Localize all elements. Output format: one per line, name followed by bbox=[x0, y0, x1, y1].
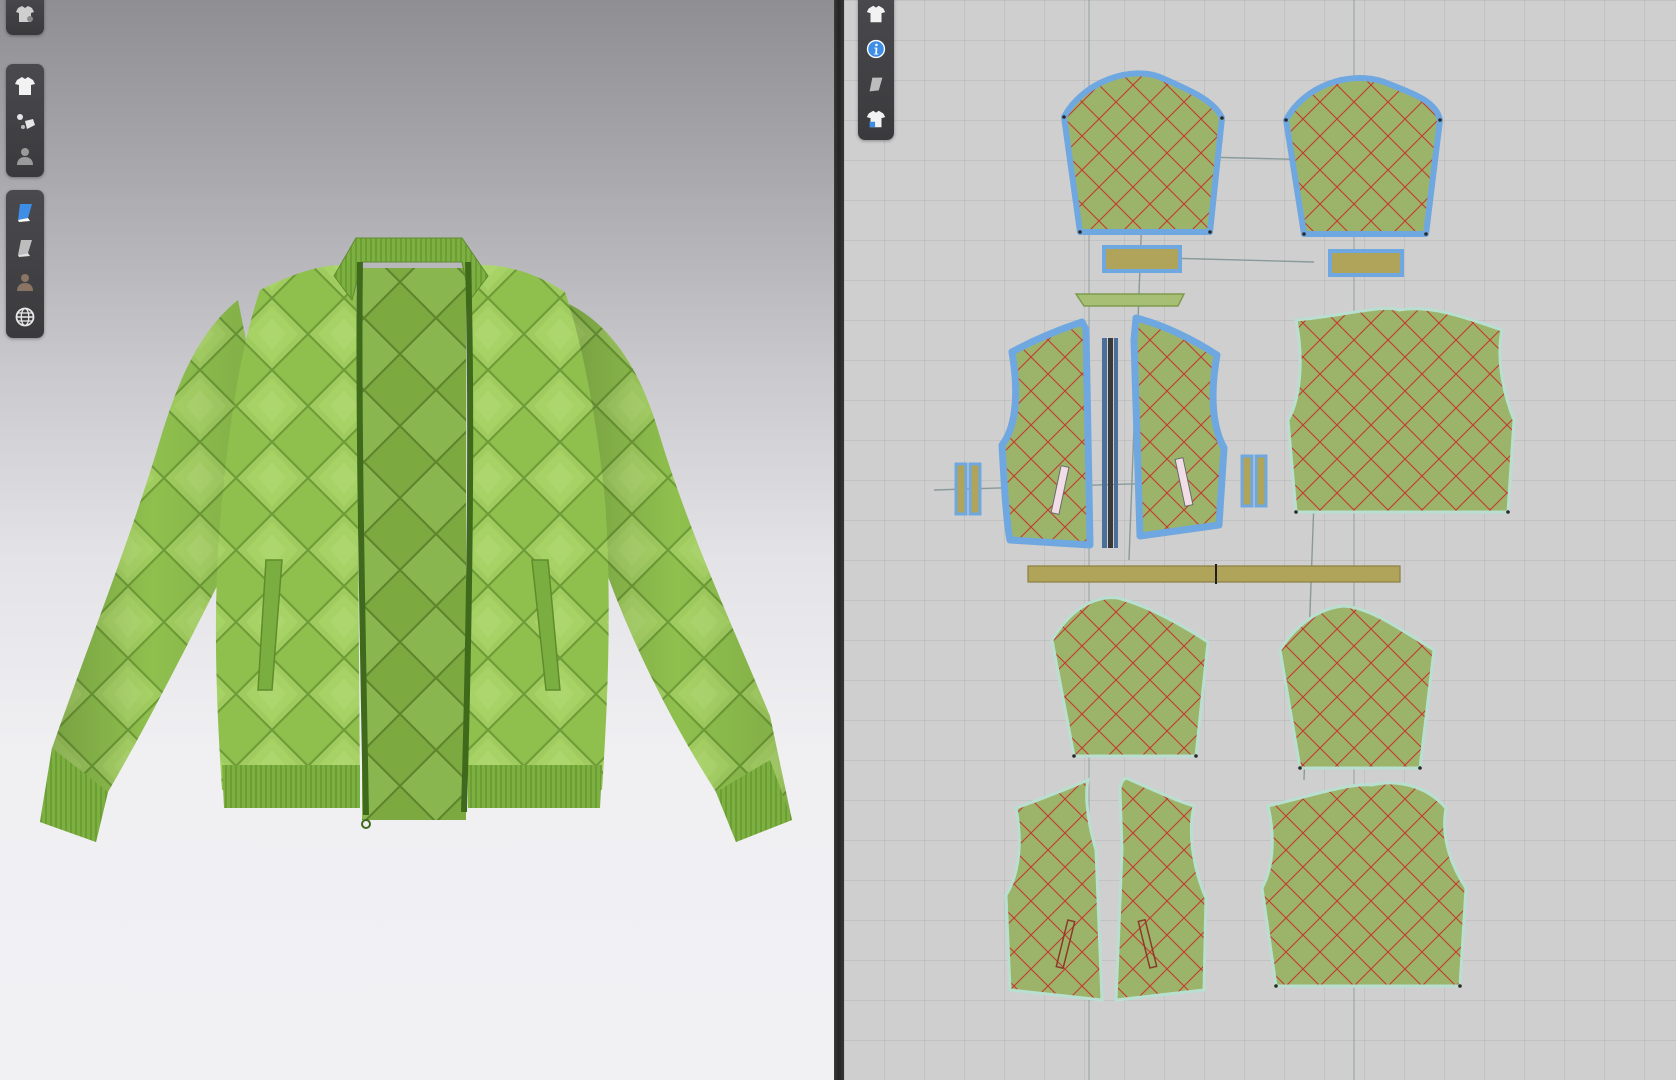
avatar-silhouette-icon bbox=[17, 147, 33, 165]
surface-shading-button[interactable] bbox=[6, 229, 44, 264]
jacket-body[interactable] bbox=[215, 265, 609, 820]
garment-avatar-button[interactable] bbox=[6, 0, 44, 31]
viewport-splitter[interactable] bbox=[834, 0, 844, 1080]
avatar-skin-icon bbox=[17, 273, 33, 291]
pattern-zipper-strip[interactable] bbox=[1102, 338, 1118, 548]
3d-display-toolbar-garment bbox=[6, 64, 44, 177]
garment-avatar-icon bbox=[16, 5, 34, 22]
pattern-front-left[interactable] bbox=[998, 318, 1094, 549]
texture-surface-button[interactable] bbox=[6, 194, 44, 229]
pattern-sleeve-lower-left[interactable] bbox=[1050, 596, 1210, 758]
info-button[interactable] bbox=[858, 31, 894, 66]
environment-button[interactable] bbox=[6, 299, 44, 334]
3d-display-toolbar-top bbox=[6, 0, 44, 35]
pattern-canvas[interactable] bbox=[844, 0, 1676, 1080]
garment-editor-window bbox=[0, 0, 1676, 1080]
show-garment-button[interactable] bbox=[6, 68, 44, 103]
2d-pattern-viewport[interactable] bbox=[844, 0, 1676, 1080]
pattern-front-lower-right[interactable] bbox=[1114, 776, 1208, 1002]
pattern-cuff-left[interactable] bbox=[1102, 245, 1182, 273]
pattern-collar[interactable] bbox=[1074, 293, 1186, 307]
avatar-skin-button[interactable] bbox=[6, 264, 44, 299]
garment-tshirt-icon bbox=[15, 76, 35, 95]
pattern-sleeve-upper-left[interactable] bbox=[1061, 70, 1225, 235]
eraser-shape-icon bbox=[869, 77, 883, 91]
pattern-waistband[interactable] bbox=[1027, 564, 1401, 584]
pattern-garment-icon bbox=[866, 5, 886, 22]
pattern-back-lower[interactable] bbox=[1260, 781, 1468, 988]
fitting-button[interactable] bbox=[6, 103, 44, 138]
eraser-shape-button[interactable] bbox=[858, 66, 894, 101]
info-icon bbox=[866, 39, 886, 58]
surface-shading-icon bbox=[18, 239, 32, 257]
2d-display-toolbar bbox=[858, 0, 894, 140]
pattern-garment-button[interactable] bbox=[858, 0, 894, 31]
garment-settings-icon bbox=[866, 110, 886, 127]
pattern-cuff-right[interactable] bbox=[1328, 249, 1404, 277]
globe-environment-icon bbox=[15, 307, 35, 326]
fitting-tool-icon bbox=[17, 113, 35, 129]
pattern-front-right[interactable] bbox=[1130, 314, 1228, 540]
show-avatar-button[interactable] bbox=[6, 138, 44, 173]
3d-viewport[interactable] bbox=[0, 0, 834, 1080]
pattern-sleeve-lower-right[interactable] bbox=[1278, 604, 1436, 770]
pattern-tab-right[interactable] bbox=[1240, 454, 1268, 508]
texture-surface-icon bbox=[18, 203, 32, 222]
pattern-front-lower-left[interactable] bbox=[1004, 777, 1104, 1002]
3d-display-toolbar-render bbox=[6, 190, 44, 338]
3d-jacket-render[interactable] bbox=[0, 0, 834, 1080]
pattern-sleeve-upper-right[interactable] bbox=[1283, 75, 1443, 237]
garment-settings-button[interactable] bbox=[858, 101, 894, 136]
pattern-back[interactable] bbox=[1286, 306, 1516, 514]
